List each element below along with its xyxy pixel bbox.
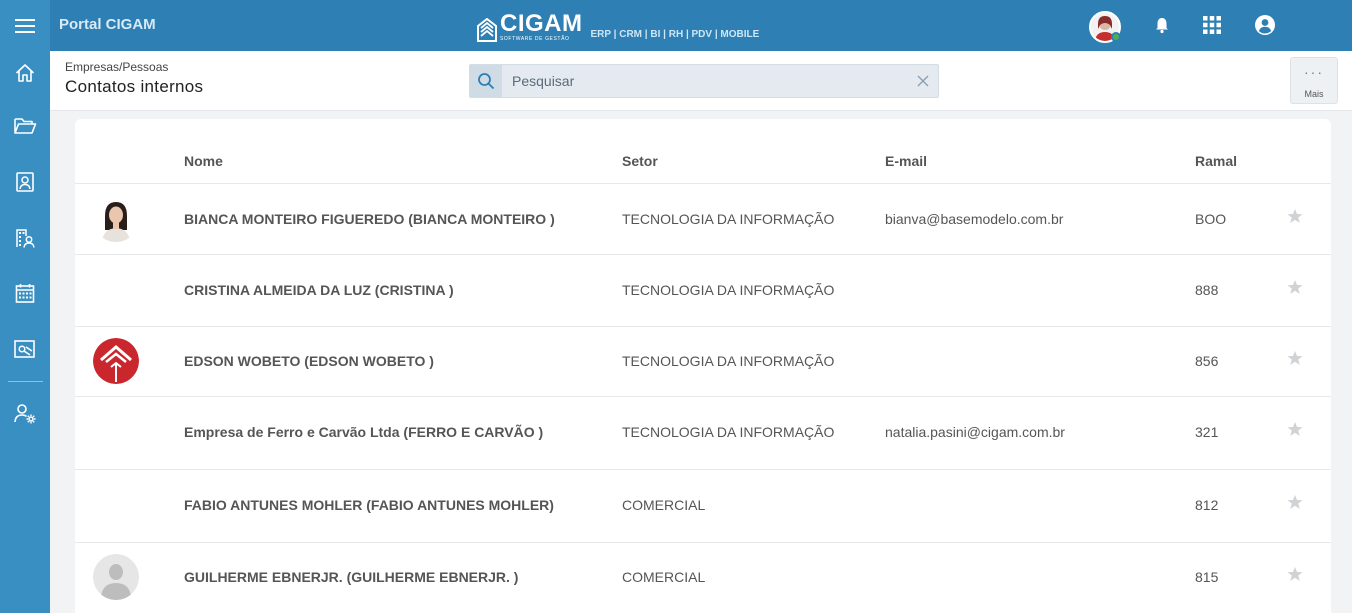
cigam-logo[interactable]: CIGAM SOFTWARE DE GESTÃO ERP | CRM | BI … [477,12,759,42]
favorite-star-icon[interactable] [1287,494,1303,510]
search-icon [478,73,495,90]
column-header-ramal[interactable]: Ramal [1195,153,1237,169]
portal-title[interactable]: Portal CIGAM [59,16,156,33]
favorite-star-icon[interactable] [1287,279,1303,295]
sidebar-item-user-settings[interactable] [0,393,50,433]
contact-name: BIANCA MONTEIRO FIGUEREDO (BIANCA MONTEI… [184,211,555,227]
table-row[interactable]: GUILHERME EBNERJR. (GUILHERME EBNERJR. )… [75,542,1331,613]
table-row[interactable]: EDSON WOBETO (EDSON WOBETO ) TECNOLOGIA … [75,326,1331,396]
sidebar-divider [8,381,43,382]
building-person-icon [16,229,35,248]
more-dots-icon: ··· [1304,64,1324,80]
calendar-icon [15,284,35,303]
online-status-indicator [1111,32,1121,42]
search-input[interactable] [512,72,892,90]
search-button[interactable] [470,65,502,97]
contact-avatar [93,196,139,242]
table-row[interactable]: FABIO ANTUNES MOHLER (FABIO ANTUNES MOHL… [75,469,1331,542]
notifications-bell-icon[interactable] [1151,14,1173,36]
contact-name: CRISTINA ALMEIDA DA LUZ (CRISTINA ) [184,282,454,298]
sidebar-item-contacts[interactable] [0,162,50,202]
money-icon [14,340,35,358]
contact-setor: COMERCIAL [622,569,706,585]
account-circle-icon[interactable] [1254,14,1276,36]
clear-search-icon[interactable] [916,74,930,88]
contact-name: FABIO ANTUNES MOHLER (FABIO ANTUNES MOHL… [184,497,554,513]
table-row[interactable]: CRISTINA ALMEIDA DA LUZ (CRISTINA ) TECN… [75,254,1331,326]
table-row[interactable]: Empresa de Ferro e Carvão Ltda (FERRO E … [75,396,1331,469]
contact-setor: TECNOLOGIA DA INFORMAÇÃO [622,353,835,369]
page-title: Contatos internos [65,77,204,96]
sidebar [0,51,50,613]
breadcrumb[interactable]: Empresas/Pessoas [65,60,168,74]
logo-subtitle: SOFTWARE DE GESTÃO [500,36,570,42]
logo-word: CIGAM [500,10,583,37]
page-header: Empresas/Pessoas Contatos internos ··· M… [50,51,1352,111]
favorite-star-icon[interactable] [1287,421,1303,437]
contact-ramal: 888 [1195,282,1219,298]
contact-setor: TECNOLOGIA DA INFORMAÇÃO [622,282,835,298]
contacts-table: Nome Setor E-mail Ramal BIANCA MONTEIRO … [75,119,1331,613]
sidebar-item-companies[interactable] [0,218,50,258]
contact-avatar [93,554,139,600]
favorite-star-icon[interactable] [1287,208,1303,224]
contact-setor: TECNOLOGIA DA INFORMAÇÃO [622,424,835,440]
contact-name: Empresa de Ferro e Carvão Ltda (FERRO E … [184,424,544,440]
search-bar [469,64,939,98]
column-header-setor[interactable]: Setor [622,153,658,169]
sidebar-item-finance[interactable] [0,329,50,369]
contact-ramal: 812 [1195,497,1219,513]
menu-toggle-button[interactable] [0,0,50,51]
column-header-nome[interactable]: Nome [184,153,223,169]
contact-setor: TECNOLOGIA DA INFORMAÇÃO [622,211,835,227]
home-icon [15,64,35,82]
contact-card-icon [16,172,34,192]
logo-modules: ERP | CRM | BI | RH | PDV | MOBILE [590,29,760,40]
contact-ramal: 815 [1195,569,1219,585]
sidebar-item-calendar[interactable] [0,273,50,313]
contact-email[interactable]: natalia.pasini@cigam.com.br [885,424,1065,440]
person-silhouette-icon [93,554,139,600]
contact-ramal: BOO [1195,211,1227,227]
cigam-logo-mark-icon [477,18,497,42]
favorite-star-icon[interactable] [1287,350,1303,366]
column-header-email[interactable]: E-mail [885,153,927,169]
contact-email[interactable]: bianva@basemodelo.com.br [885,211,1063,227]
contact-ramal: 321 [1195,424,1219,440]
top-bar: Portal CIGAM CIGAM SOFTWARE DE GESTÃO ER… [0,0,1352,51]
table-row[interactable]: BIANCA MONTEIRO FIGUEREDO (BIANCA MONTEI… [75,183,1331,254]
favorite-star-icon[interactable] [1287,566,1303,582]
contact-name: EDSON WOBETO (EDSON WOBETO ) [184,353,434,369]
sidebar-item-home[interactable] [0,53,50,93]
red-house-logo-icon [93,338,139,384]
sidebar-item-files[interactable] [0,106,50,146]
woman-photo-icon [93,196,139,242]
contact-name: GUILHERME EBNERJR. (GUILHERME EBNERJR. ) [184,569,519,585]
more-label: Mais [1304,89,1324,99]
contact-setor: COMERCIAL [622,497,706,513]
hamburger-icon [15,18,35,33]
folder-icon [14,118,37,134]
apps-grid-icon[interactable] [1201,14,1223,36]
contact-avatar [93,338,139,384]
more-button[interactable]: ··· Mais [1290,57,1338,104]
user-settings-icon [14,404,36,424]
contact-ramal: 856 [1195,353,1219,369]
